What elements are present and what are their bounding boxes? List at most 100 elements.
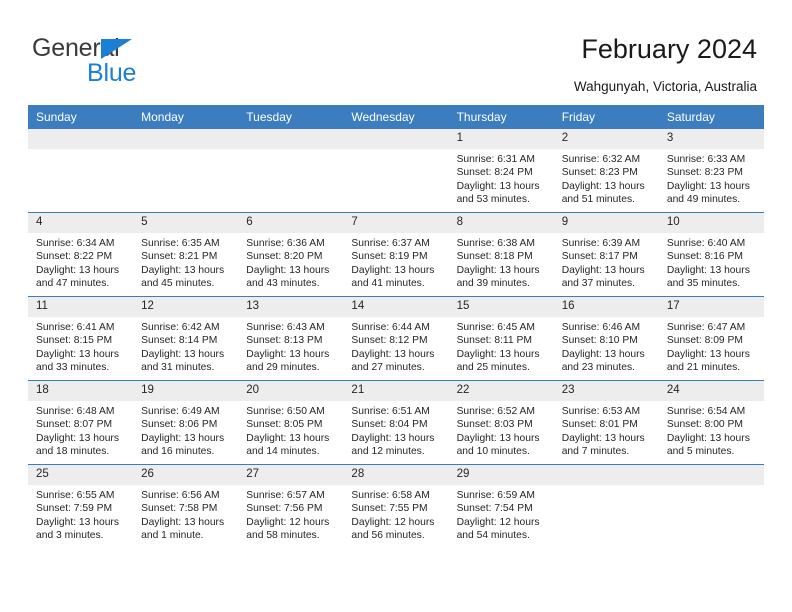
- day-number: 29: [448, 465, 554, 485]
- calendar-day-cell[interactable]: 27 Sunrise: 6:57 AM Sunset: 7:56 PM Dayligh…: [238, 464, 344, 548]
- calendar-day-cell[interactable]: 25 Sunrise: 6:55 AM Sunset: 7:59 PM Dayligh…: [28, 464, 134, 548]
- sunset-text: Sunset: 7:56 PM: [246, 503, 323, 515]
- daylight-text-line1: Daylight: 13 hours: [456, 180, 540, 192]
- sunrise-text: Sunrise: 6:39 AM: [561, 238, 641, 249]
- day-number: 27: [238, 465, 344, 485]
- day-details: Sunrise: 6:52 AM Sunset: 8:03 PM Daylight:…: [449, 401, 554, 459]
- daylight-text-line2: and 45 minutes.: [141, 278, 215, 290]
- calendar-empty-cell: [553, 464, 659, 548]
- calendar-day-cell[interactable]: 2 Sunrise: 6:32 AM Sunset: 8:23 PM Daylight…: [553, 129, 659, 213]
- daylight-text-line1: Daylight: 13 hours: [141, 432, 225, 444]
- daylight-text-line2: and 53 minutes.: [456, 194, 530, 206]
- sunset-text: Sunset: 8:23 PM: [666, 167, 743, 179]
- calendar-day-cell[interactable]: 16 Sunrise: 6:46 AM Sunset: 8:10 PM Dayligh…: [553, 296, 659, 381]
- calendar-day-cell[interactable]: 12 Sunrise: 6:42 AM Sunset: 8:14 PM Dayligh…: [133, 296, 239, 381]
- sunrise-text: Sunrise: 6:45 AM: [456, 322, 535, 333]
- calendar-table: Sunday Monday Tuesday Wednesday Thursday…: [28, 105, 764, 548]
- sunset-text: Sunset: 8:01 PM: [561, 419, 638, 431]
- calendar-day-cell[interactable]: 14 Sunrise: 6:44 AM Sunset: 8:12 PM Dayligh…: [343, 296, 449, 381]
- calendar-day-cell[interactable]: 9 Sunrise: 6:39 AM Sunset: 8:17 PM Daylight…: [553, 212, 659, 297]
- calendar-day-cell[interactable]: 15 Sunrise: 6:45 AM Sunset: 8:11 PM Dayligh…: [448, 296, 554, 381]
- daylight-text-line2: and 5 minutes.: [666, 446, 735, 458]
- sunset-text: Sunset: 7:55 PM: [351, 503, 428, 515]
- day-number: 13: [238, 297, 344, 317]
- daylight-text-line1: Daylight: 13 hours: [561, 432, 645, 444]
- weekday-header-monday: Monday: [133, 105, 239, 129]
- weekday-header-tuesday: Tuesday: [238, 105, 344, 129]
- sunset-text: Sunset: 8:00 PM: [666, 419, 743, 431]
- calendar-day-cell[interactable]: 28 Sunrise: 6:58 AM Sunset: 7:55 PM Dayligh…: [343, 464, 449, 548]
- daylight-text-line2: and 58 minutes.: [246, 530, 320, 542]
- daylight-text-line2: and 31 minutes.: [141, 362, 215, 374]
- day-number: 25: [28, 465, 134, 485]
- daylight-text-line1: Daylight: 13 hours: [456, 264, 540, 276]
- daylight-text-line2: and 41 minutes.: [351, 278, 425, 290]
- calendar-day-cell[interactable]: 26 Sunrise: 6:56 AM Sunset: 7:58 PM Dayligh…: [133, 464, 239, 548]
- daylight-text-line1: Daylight: 13 hours: [561, 348, 645, 360]
- day-number: [238, 129, 344, 149]
- sunrise-text: Sunrise: 6:41 AM: [36, 322, 115, 333]
- day-number: 2: [553, 129, 659, 149]
- day-details: Sunrise: 6:53 AM Sunset: 8:01 PM Daylight:…: [554, 401, 659, 459]
- calendar-day-cell[interactable]: 10 Sunrise: 6:40 AM Sunset: 8:16 PM Dayligh…: [658, 212, 764, 297]
- day-number: 20: [238, 381, 344, 401]
- sunrise-text: Sunrise: 6:52 AM: [456, 406, 535, 417]
- day-details: Sunrise: 6:54 AM Sunset: 8:00 PM Daylight:…: [659, 401, 764, 459]
- calendar-day-cell[interactable]: 22 Sunrise: 6:52 AM Sunset: 8:03 PM Dayligh…: [448, 380, 554, 465]
- calendar-day-cell[interactable]: 7 Sunrise: 6:37 AM Sunset: 8:19 PM Daylight…: [343, 212, 449, 297]
- calendar-day-cell[interactable]: 13 Sunrise: 6:43 AM Sunset: 8:13 PM Dayligh…: [238, 296, 344, 381]
- day-number: 16: [553, 297, 659, 317]
- sunset-text: Sunset: 7:59 PM: [36, 503, 113, 515]
- sunset-text: Sunset: 7:58 PM: [141, 503, 218, 515]
- brand-logo[interactable]: General Blue: [32, 34, 212, 90]
- daylight-text-line1: Daylight: 12 hours: [246, 516, 330, 528]
- day-details: Sunrise: 6:47 AM Sunset: 8:09 PM Daylight:…: [659, 317, 764, 375]
- day-number: 26: [133, 465, 239, 485]
- day-details: Sunrise: 6:50 AM Sunset: 8:05 PM Daylight:…: [238, 401, 343, 459]
- daylight-text-line1: Daylight: 13 hours: [141, 348, 225, 360]
- daylight-text-line1: Daylight: 13 hours: [561, 180, 645, 192]
- day-details: Sunrise: 6:45 AM Sunset: 8:11 PM Daylight:…: [449, 317, 554, 375]
- day-number: [133, 129, 239, 149]
- daylight-text-line2: and 33 minutes.: [36, 362, 110, 374]
- calendar-day-cell[interactable]: 19 Sunrise: 6:49 AM Sunset: 8:06 PM Dayligh…: [133, 380, 239, 465]
- page-subtitle: Wahgunyah, Victoria, Australia: [573, 79, 757, 94]
- calendar-day-cell[interactable]: 11 Sunrise: 6:41 AM Sunset: 8:15 PM Dayligh…: [28, 296, 134, 381]
- weekday-header-thursday: Thursday: [448, 105, 554, 129]
- calendar-day-cell[interactable]: 29 Sunrise: 6:59 AM Sunset: 7:54 PM Dayligh…: [448, 464, 554, 548]
- calendar-day-cell[interactable]: 21 Sunrise: 6:51 AM Sunset: 8:04 PM Dayligh…: [343, 380, 449, 465]
- day-details: Sunrise: 6:58 AM Sunset: 7:55 PM Daylight:…: [343, 485, 448, 543]
- calendar-day-cell[interactable]: 8 Sunrise: 6:38 AM Sunset: 8:18 PM Daylight…: [448, 212, 554, 297]
- calendar-day-cell[interactable]: 5 Sunrise: 6:35 AM Sunset: 8:21 PM Daylight…: [133, 212, 239, 297]
- calendar-day-cell[interactable]: 1 Sunrise: 6:31 AM Sunset: 8:24 PM Daylight…: [448, 129, 554, 213]
- daylight-text-line1: Daylight: 13 hours: [351, 264, 435, 276]
- calendar-day-cell[interactable]: 18 Sunrise: 6:48 AM Sunset: 8:07 PM Dayligh…: [28, 380, 134, 465]
- sunrise-text: Sunrise: 6:40 AM: [666, 238, 746, 249]
- daylight-text-line1: Daylight: 13 hours: [36, 516, 119, 528]
- calendar-day-cell[interactable]: 4 Sunrise: 6:34 AM Sunset: 8:22 PM Daylight…: [28, 212, 134, 297]
- calendar-day-cell[interactable]: 23 Sunrise: 6:53 AM Sunset: 8:01 PM Dayligh…: [553, 380, 659, 465]
- sunrise-text: Sunrise: 6:59 AM: [456, 490, 535, 501]
- calendar-day-cell[interactable]: 20 Sunrise: 6:50 AM Sunset: 8:05 PM Dayligh…: [238, 380, 344, 465]
- day-number: 12: [133, 297, 239, 317]
- calendar-day-cell[interactable]: 17 Sunrise: 6:47 AM Sunset: 8:09 PM Dayligh…: [658, 296, 764, 381]
- sunset-text: Sunset: 8:21 PM: [141, 251, 218, 263]
- day-number: 18: [28, 381, 134, 401]
- calendar-body: 1 Sunrise: 6:31 AM Sunset: 8:24 PM Daylight…: [28, 129, 764, 548]
- day-details: Sunrise: 6:35 AM Sunset: 8:21 PM Daylight:…: [133, 233, 238, 291]
- sunrise-text: Sunrise: 6:54 AM: [666, 406, 746, 417]
- calendar-day-cell[interactable]: 6 Sunrise: 6:36 AM Sunset: 8:20 PM Daylight…: [238, 212, 344, 297]
- sunset-text: Sunset: 8:03 PM: [456, 419, 533, 431]
- calendar-empty-cell: [658, 464, 764, 548]
- day-details: Sunrise: 6:38 AM Sunset: 8:18 PM Daylight:…: [449, 233, 554, 291]
- day-details: Sunrise: 6:42 AM Sunset: 8:14 PM Daylight:…: [133, 317, 238, 375]
- daylight-text-line2: and 10 minutes.: [456, 446, 530, 458]
- calendar-week-row: 11 Sunrise: 6:41 AM Sunset: 8:15 PM Dayligh…: [28, 296, 764, 381]
- sunset-text: Sunset: 8:15 PM: [36, 335, 113, 347]
- calendar-day-cell[interactable]: 3 Sunrise: 6:33 AM Sunset: 8:23 PM Daylight…: [658, 129, 764, 213]
- day-details: Sunrise: 6:46 AM Sunset: 8:10 PM Daylight:…: [554, 317, 659, 375]
- sunset-text: Sunset: 8:22 PM: [36, 251, 113, 263]
- day-details: Sunrise: 6:39 AM Sunset: 8:17 PM Daylight:…: [554, 233, 659, 291]
- calendar-day-cell[interactable]: 24 Sunrise: 6:54 AM Sunset: 8:00 PM Dayligh…: [658, 380, 764, 465]
- daylight-text-line1: Daylight: 12 hours: [351, 516, 435, 528]
